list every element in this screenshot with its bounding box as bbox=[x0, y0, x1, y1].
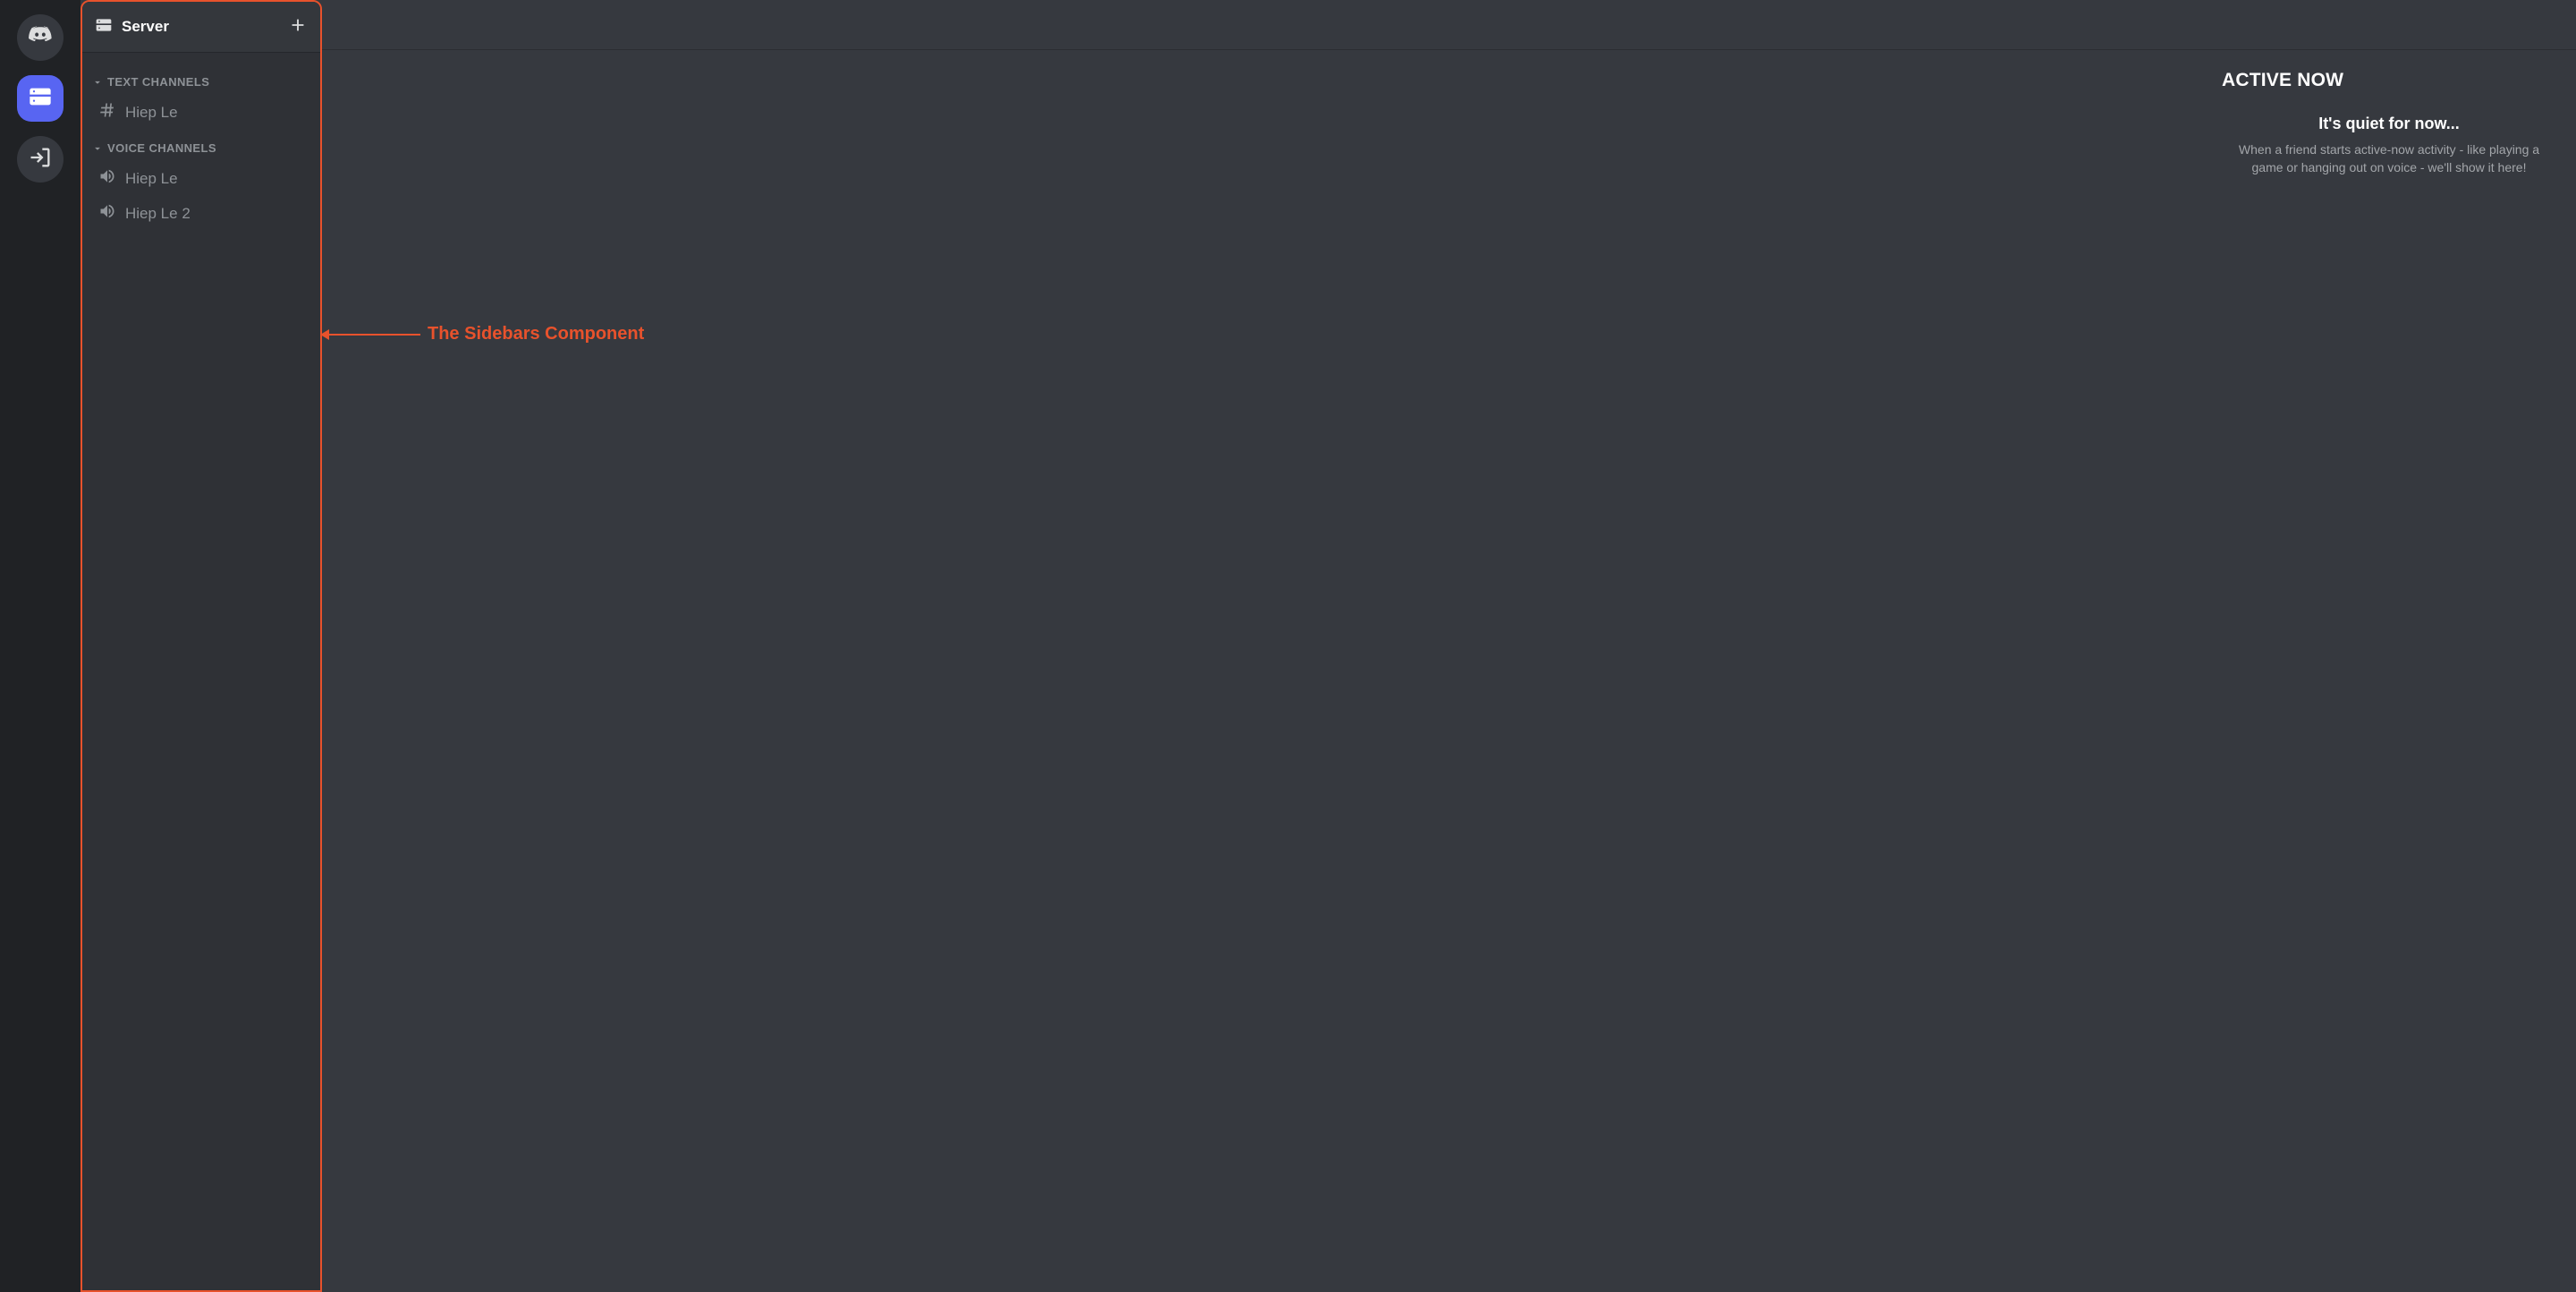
main-area: The Sidebars Component ACTIVE NOW It's q… bbox=[322, 0, 2576, 1292]
server-header[interactable]: Server bbox=[82, 2, 320, 52]
home-button[interactable] bbox=[17, 14, 64, 61]
voice-channel-item[interactable]: Hiep Le 2 bbox=[89, 197, 313, 230]
add-channel-button[interactable] bbox=[288, 15, 308, 39]
chevron-down-icon bbox=[91, 142, 104, 155]
active-now-quiet-desc: When a friend starts active-now activity… bbox=[2222, 140, 2556, 176]
chevron-down-icon bbox=[91, 76, 104, 89]
text-channel-item[interactable]: Hiep Le bbox=[89, 96, 313, 129]
channel-name: Hiep Le bbox=[125, 104, 178, 122]
speaker-icon bbox=[98, 167, 116, 190]
channel-name: Hiep Le bbox=[125, 170, 178, 188]
channel-list: TEXT CHANNELS Hiep Le VOICE CHANNELS Hie… bbox=[82, 52, 320, 242]
logout-button[interactable] bbox=[17, 136, 64, 183]
category-voice-channels[interactable]: VOICE CHANNELS bbox=[86, 136, 317, 160]
logout-icon bbox=[28, 145, 53, 174]
annotation-label: The Sidebars Component bbox=[428, 324, 644, 344]
active-now-panel: ACTIVE NOW It's quiet for now... When a … bbox=[2202, 50, 2576, 1292]
category-label: VOICE CHANNELS bbox=[107, 141, 216, 155]
voice-channel-item[interactable]: Hiep Le bbox=[89, 162, 313, 195]
channel-sidebar: Server TEXT CHANNELS Hiep Le VOICE CHANN… bbox=[80, 0, 322, 1292]
hash-icon bbox=[98, 101, 116, 123]
annotation-arrow: The Sidebars Component bbox=[322, 324, 644, 344]
active-now-quiet-title: It's quiet for now... bbox=[2222, 115, 2556, 133]
top-bar bbox=[322, 0, 2576, 50]
center-pane: The Sidebars Component bbox=[322, 50, 2202, 1292]
discord-logo-icon bbox=[28, 23, 53, 53]
category-text-channels[interactable]: TEXT CHANNELS bbox=[86, 70, 317, 94]
arrow-line-icon bbox=[322, 334, 420, 336]
speaker-icon bbox=[98, 202, 116, 225]
server-drive-small-icon bbox=[95, 16, 113, 38]
server-rail bbox=[0, 0, 80, 1292]
server-button[interactable] bbox=[17, 75, 64, 122]
active-now-title: ACTIVE NOW bbox=[2222, 70, 2556, 91]
channel-name: Hiep Le 2 bbox=[125, 205, 191, 223]
server-drive-icon bbox=[28, 84, 53, 114]
server-name: Server bbox=[122, 18, 169, 36]
category-label: TEXT CHANNELS bbox=[107, 75, 209, 89]
